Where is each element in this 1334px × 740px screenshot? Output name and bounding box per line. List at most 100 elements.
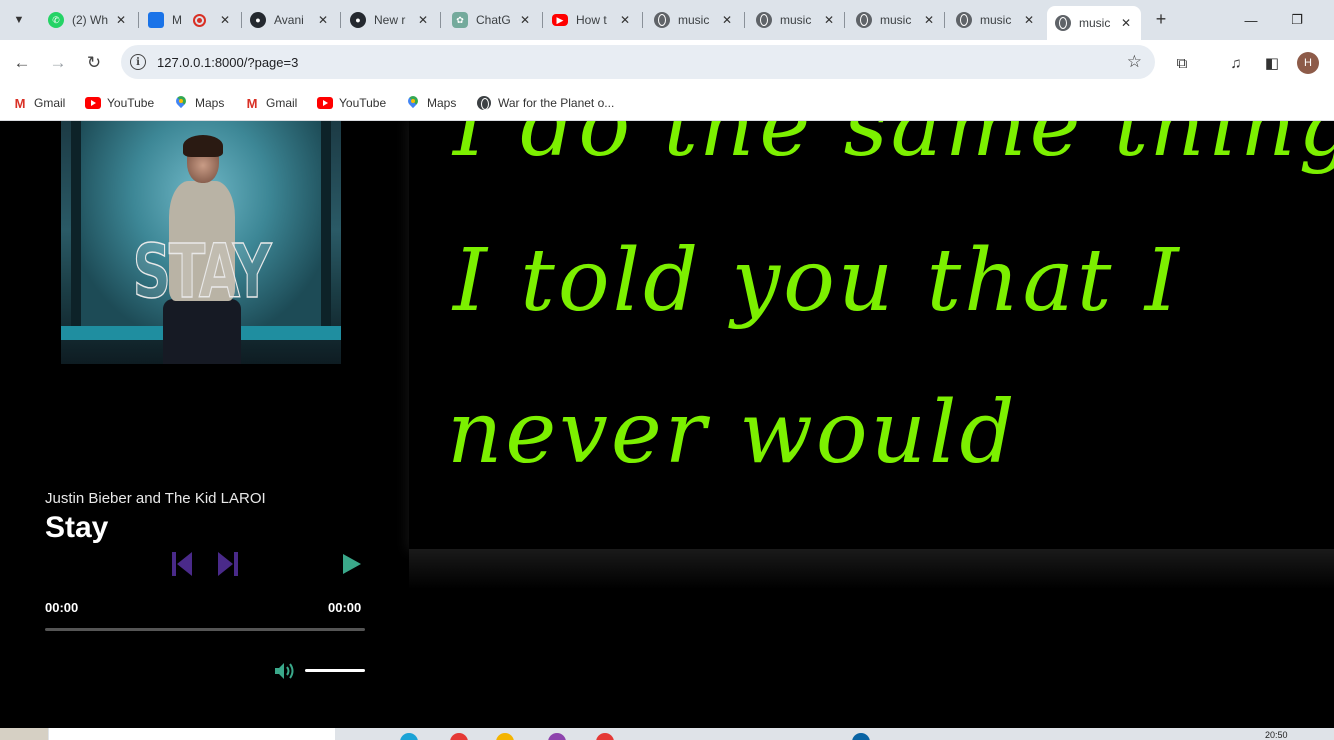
bookmark-gmail-2[interactable]: M Gmail: [244, 93, 298, 113]
volume-icon[interactable]: [273, 661, 295, 681]
tab-divider: [340, 12, 341, 28]
close-icon[interactable]: ✕: [1022, 13, 1036, 27]
close-icon[interactable]: ✕: [316, 13, 330, 27]
volume-slider[interactable]: [305, 669, 365, 672]
song-title: Stay: [45, 511, 109, 544]
bookmark-gmail[interactable]: M Gmail: [12, 93, 66, 113]
close-icon[interactable]: ✕: [618, 13, 632, 27]
taskbar-app-icon[interactable]: [400, 733, 418, 740]
tab-title: music: [780, 13, 812, 27]
tab-music-active[interactable]: music ✕: [1047, 6, 1141, 40]
taskbar-app-icon[interactable]: [596, 733, 614, 740]
new-tab-button[interactable]: +: [1150, 8, 1172, 30]
next-button[interactable]: [215, 547, 241, 581]
taskbar-app-icon[interactable]: [548, 733, 566, 740]
tab-music-2[interactable]: music ✕: [748, 6, 844, 34]
close-icon[interactable]: ✕: [518, 13, 532, 27]
youtube-icon: ▶: [552, 14, 568, 26]
bookmark-label: YouTube: [107, 96, 155, 110]
bookmark-label: Maps: [195, 96, 225, 110]
tab-divider: [542, 12, 543, 28]
progress-bar[interactable]: [45, 628, 365, 631]
close-icon[interactable]: ✕: [218, 13, 232, 27]
tab-music-4[interactable]: music ✕: [948, 6, 1044, 34]
tab-title: ChatG: [476, 13, 511, 27]
tab-music-3[interactable]: music ✕: [848, 6, 944, 34]
bookmark-label: Maps: [427, 96, 457, 110]
cover-title-text: STAY: [132, 228, 272, 316]
site-info-icon[interactable]: i: [130, 54, 146, 70]
minimize-icon[interactable]: —: [1236, 8, 1266, 32]
taskbar-app-icon[interactable]: [450, 733, 468, 740]
tab-meet[interactable]: M ✕: [140, 6, 240, 34]
tab-divider: [844, 12, 845, 28]
tab-github-avani[interactable]: ● Avani ✕: [242, 6, 338, 34]
browser-toolbar: ← → ↻ i 127.0.0.1:8000/?page=3 ☆ ⧉ ♫ ◧ H: [0, 40, 1334, 86]
bookmark-label: Gmail: [34, 96, 66, 110]
start-area[interactable]: [0, 728, 48, 740]
previous-button[interactable]: [169, 547, 195, 581]
bookmark-maps[interactable]: Maps: [173, 93, 224, 113]
tab-title: M: [172, 13, 182, 27]
bookmark-war-planet[interactable]: War for the Planet o...: [476, 93, 614, 113]
taskbar-app-icon[interactable]: [496, 733, 514, 740]
close-icon[interactable]: ✕: [822, 13, 836, 27]
play-button[interactable]: [339, 547, 365, 581]
skip-previous-icon: [172, 552, 192, 576]
url-text[interactable]: 127.0.0.1:8000/?page=3: [157, 55, 298, 70]
bookmark-youtube[interactable]: YouTube: [85, 93, 154, 113]
whatsapp-icon: ✆: [48, 12, 64, 28]
tab-title: music: [880, 13, 912, 27]
tab-whatsapp[interactable]: ✆ (2) Wh ✕: [40, 6, 136, 34]
tab-github-new[interactable]: ● New r ✕: [342, 6, 438, 34]
globe-icon: [654, 12, 670, 28]
taskbar-search[interactable]: [49, 728, 335, 740]
close-icon[interactable]: ✕: [720, 13, 734, 27]
tab-youtube[interactable]: ▶ How t ✕: [544, 6, 640, 34]
tab-divider: [744, 12, 745, 28]
music-page: STAY Justin Bieber and The Kid LAROI Sta…: [0, 121, 1334, 728]
tab-title: Avani: [274, 13, 304, 27]
tab-chatgpt[interactable]: ✿ ChatG ✕: [444, 6, 540, 34]
globe-icon: [1055, 15, 1071, 31]
tab-title: New r: [374, 13, 406, 27]
tab-music-1[interactable]: music ✕: [646, 6, 742, 34]
close-icon[interactable]: ✕: [922, 13, 936, 27]
tab-divider: [642, 12, 643, 28]
close-icon[interactable]: ✕: [1119, 16, 1133, 30]
recording-icon: [193, 13, 206, 27]
bookmark-maps-2[interactable]: Maps: [405, 93, 456, 113]
tab-title: How t: [576, 13, 607, 27]
close-icon[interactable]: ✕: [114, 13, 128, 27]
bookmarks-bar: M Gmail YouTube Maps M Gmail YouTube Map…: [0, 86, 1334, 121]
reload-icon[interactable]: ↻: [82, 51, 106, 75]
restore-icon[interactable]: ❐: [1282, 8, 1312, 32]
tab-title: (2) Wh: [72, 13, 108, 27]
github-icon: ●: [250, 12, 266, 28]
skip-next-icon: [218, 552, 238, 576]
taskbar-app-icon[interactable]: [852, 733, 870, 740]
meet-icon: [148, 12, 164, 28]
extensions-icon[interactable]: ⧉: [1171, 52, 1193, 74]
profile-avatar[interactable]: H: [1297, 52, 1319, 74]
tab-search-button[interactable]: ▼: [6, 7, 32, 33]
artist-name: Justin Bieber and The Kid LAROI: [45, 490, 266, 507]
forward-arrow-icon[interactable]: →: [46, 51, 70, 75]
youtube-icon: [85, 97, 101, 109]
tab-title: music: [980, 13, 1012, 27]
back-arrow-icon[interactable]: ←: [10, 51, 34, 75]
maps-icon: [408, 96, 418, 110]
media-control-icon[interactable]: ♫: [1225, 52, 1247, 74]
play-icon: [343, 554, 361, 574]
lyrics-panel: I do the same thing, I told you that I n…: [409, 121, 1334, 549]
lyric-line: I told you that I: [453, 231, 1182, 331]
globe-icon: [856, 12, 872, 28]
close-icon[interactable]: ✕: [416, 13, 430, 27]
lyric-line: never would: [447, 383, 1018, 483]
gmail-icon: M: [14, 95, 26, 111]
bookmark-star-icon[interactable]: ☆: [1127, 52, 1142, 72]
side-panel-icon[interactable]: ◧: [1261, 52, 1283, 74]
address-bar[interactable]: i 127.0.0.1:8000/?page=3 ☆: [121, 45, 1155, 79]
bookmark-youtube-2[interactable]: YouTube: [317, 93, 386, 113]
bookmark-label: War for the Planet o...: [498, 96, 615, 110]
